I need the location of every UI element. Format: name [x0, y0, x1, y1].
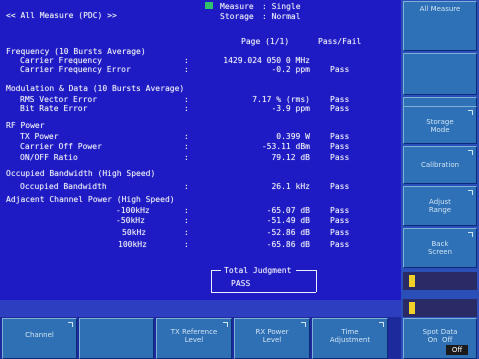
- row-colon: :: [184, 142, 189, 151]
- row-label: -50kHz: [116, 216, 145, 225]
- row-colon: :: [184, 153, 189, 162]
- row-label: 50kHz: [122, 228, 147, 237]
- row-judgment: Pass: [330, 142, 350, 151]
- softkey-label: Spot Data On Off: [422, 328, 458, 344]
- softkey-channel[interactable]: Channel: [2, 318, 77, 359]
- status-indicator-yellow: [409, 275, 415, 287]
- submenu-indicator-icon: [68, 322, 73, 327]
- status-indicator-yellow-2: [409, 302, 415, 314]
- row-label: Bit Rate Error: [20, 104, 88, 113]
- submenu-indicator-icon: [468, 190, 473, 195]
- row-judgment: Pass: [330, 228, 350, 237]
- row-label: Carrier Frequency Error: [20, 65, 131, 74]
- softkey-label: Channel: [25, 331, 54, 339]
- softkey-all-measure[interactable]: All Measure: [403, 1, 477, 51]
- row-value: -51.49 dB: [266, 216, 310, 225]
- section-title-rf-power: RF Power: [6, 121, 45, 130]
- softkey-label: Adjust Range: [428, 198, 452, 214]
- row-judgment: Pass: [330, 216, 350, 225]
- row-value: 7.17 % (rms): [252, 95, 310, 104]
- section-title-obw: Occupied Bandwidth (High Speed): [6, 169, 156, 178]
- row-colon: :: [184, 228, 189, 237]
- judgment-frame-top-left: [211, 270, 221, 271]
- row-value: 0.399 W: [276, 132, 310, 141]
- page-indicator: Page (1/1): [241, 37, 290, 46]
- softkey-tx-reference-level[interactable]: TX Reference Level: [156, 318, 232, 359]
- row-colon: :: [184, 182, 189, 191]
- row-value: -53.11 dBm: [261, 142, 310, 151]
- softkey-rx-power-level[interactable]: RX Power Level: [234, 318, 310, 359]
- row-judgment: Pass: [330, 132, 350, 141]
- judgment-frame-top-right: [296, 270, 316, 271]
- row-judgment: Pass: [330, 206, 350, 215]
- row-value: -52.86 dB: [266, 228, 310, 237]
- off-state-badge: Off: [446, 345, 468, 355]
- bottom-status-strip: [0, 300, 401, 317]
- section-title-acp: Adjacent Channel Power (High Speed): [6, 195, 175, 204]
- measure-value: : Single: [262, 2, 301, 11]
- row-colon: :: [184, 65, 189, 74]
- row-value: -65.86 dB: [266, 240, 310, 249]
- submenu-indicator-icon: [301, 322, 306, 327]
- storage-value: : Normal: [262, 12, 301, 21]
- row-label: 100kHz: [118, 240, 147, 249]
- softkey-label: Time Adjustment: [329, 328, 371, 344]
- softkey-label: All Measure: [419, 5, 461, 13]
- submenu-indicator-icon: [223, 322, 228, 327]
- measure-status-indicator: [205, 2, 213, 9]
- section-title-frequency: Frequency (10 Bursts Average): [6, 47, 146, 56]
- measure-label: Measure: [220, 2, 254, 11]
- pass-fail-heading: Pass/Fail: [318, 37, 362, 46]
- softkey-label: RX Power Level: [255, 328, 289, 344]
- softkey-label: TX Reference Level: [170, 328, 218, 344]
- row-label: ON/OFF Ratio: [20, 153, 78, 162]
- row-colon: :: [184, 240, 189, 249]
- row-judgment: Pass: [330, 182, 350, 191]
- row-colon: :: [184, 206, 189, 215]
- storage-label: Storage: [220, 12, 254, 21]
- row-label: TX Power: [20, 132, 59, 141]
- row-value: -0.2 ppm: [271, 65, 310, 74]
- screen-title: << All Measure (PDC) >>: [6, 11, 117, 20]
- submenu-indicator-icon: [468, 110, 473, 115]
- row-label: Carrier Off Power: [20, 142, 102, 151]
- judgment-frame-bottom: [211, 292, 316, 293]
- row-colon: :: [184, 95, 189, 104]
- row-value: 1429.024 050 0 MHz: [223, 56, 310, 65]
- row-value: -65.07 dB: [266, 206, 310, 215]
- row-label: -100kHz: [116, 206, 150, 215]
- section-title-modulation: Modulation & Data (10 Bursts Average): [6, 84, 185, 93]
- row-judgment: Pass: [330, 95, 350, 104]
- softkey-back-screen[interactable]: Back Screen: [403, 228, 477, 268]
- softkey-time-adjustment[interactable]: Time Adjustment: [312, 318, 388, 359]
- row-judgment: Pass: [330, 240, 350, 249]
- row-label: RMS Vector Error: [20, 95, 98, 104]
- softkey-blank-1[interactable]: [403, 53, 477, 95]
- softkey-label: Back Screen: [427, 240, 453, 256]
- row-colon: :: [184, 56, 189, 65]
- total-judgment-value: PASS: [231, 279, 251, 288]
- instrument-screen: Measure : Single Storage : Normal << All…: [0, 0, 479, 359]
- softkey-label: Calibration: [420, 161, 460, 169]
- softkey-blank-bottom[interactable]: [79, 318, 154, 359]
- row-colon: :: [184, 216, 189, 225]
- row-value: -3.9 ppm: [271, 104, 310, 113]
- row-label: Carrier Frequency: [20, 56, 102, 65]
- softkey-storage-mode[interactable]: Storage Mode: [403, 106, 477, 144]
- row-label: Occupied Bandwidth: [20, 182, 107, 191]
- row-colon: :: [184, 132, 189, 141]
- row-judgment: Pass: [330, 153, 350, 162]
- row-value: 26.1 kHz: [271, 182, 310, 191]
- submenu-indicator-icon: [468, 232, 473, 237]
- softkey-label: Storage Mode: [426, 118, 454, 134]
- softkey-adjust-range[interactable]: Adjust Range: [403, 186, 477, 226]
- total-judgment-title: Total Judgment: [224, 266, 292, 275]
- submenu-indicator-icon: [468, 150, 473, 155]
- row-value: 79.12 dB: [271, 153, 310, 162]
- row-colon: :: [184, 104, 189, 113]
- row-judgment: Pass: [330, 65, 350, 74]
- softkey-calibration[interactable]: Calibration: [403, 146, 477, 184]
- submenu-indicator-icon: [379, 322, 384, 327]
- row-judgment: Pass: [330, 104, 350, 113]
